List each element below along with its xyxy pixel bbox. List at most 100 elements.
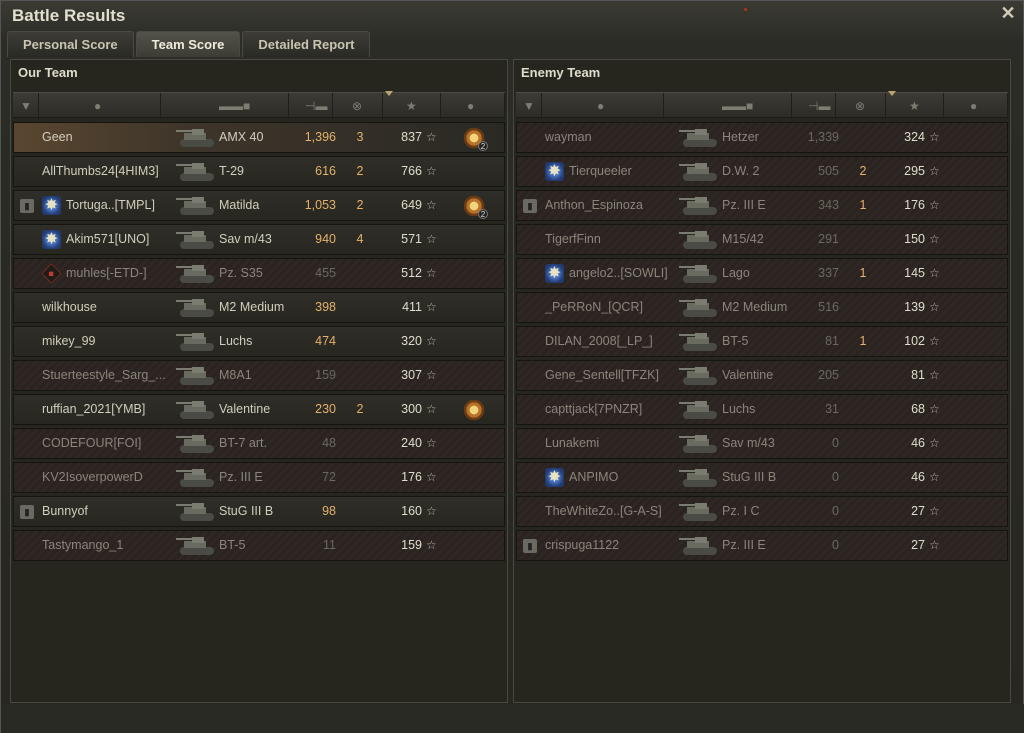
xp-value: 320 xyxy=(401,334,422,348)
player-name[interactable]: DILAN_2008[_LP_] xyxy=(545,327,677,356)
table-row[interactable]: Lunakemi Sav m/43 0 46 ☆ xyxy=(516,428,1008,459)
player-name[interactable]: muhles[-ETD-] xyxy=(66,259,174,288)
kills-value: 3 xyxy=(356,130,364,144)
table-row[interactable]: ✸ angelo2..[SOWLI] Lago 337 1 145 ☆ xyxy=(516,258,1008,289)
enemy-team-title: Enemy Team xyxy=(521,65,601,80)
player-name[interactable]: Stuerteestyle_Sarg_... xyxy=(42,361,174,390)
tank-column-header[interactable]: ▬▬■ xyxy=(664,93,792,119)
enemy-team-column-header: ▼ ● ▬▬■ ⊣▬ ⊗ ★ ● xyxy=(516,91,1008,119)
player-name[interactable]: KV2IsoverpowerD xyxy=(42,463,174,492)
player-name[interactable]: Tortuga..[TMPL] xyxy=(66,191,174,220)
player-name[interactable]: TigerfFinn xyxy=(545,225,677,254)
xp-star-icon: ☆ xyxy=(426,368,437,382)
tank-name: Luchs xyxy=(219,334,253,348)
tab-detailed-report[interactable]: Detailed Report xyxy=(242,31,371,57)
player-name[interactable]: ruffian_2021[YMB] xyxy=(42,395,174,424)
damage-value: 0 xyxy=(832,504,839,518)
medal-column-icon: ● xyxy=(970,99,978,113)
table-row[interactable]: Gene_Sentell[TFZK] Valentine 205 81 ☆ xyxy=(516,360,1008,391)
player-name[interactable]: wayman xyxy=(545,123,677,152)
player-name[interactable]: Anthon_Espinoza xyxy=(545,191,677,220)
medal-count: 2 xyxy=(478,141,488,151)
table-row[interactable]: capttjack[7PNZR] Luchs 31 68 ☆ xyxy=(516,394,1008,425)
table-row[interactable]: AllThumbs24[4HIM3] T-29 616 2 766 ☆ xyxy=(13,156,505,187)
xp-value: 512 xyxy=(401,266,422,280)
player-name[interactable]: Tastymango_1 xyxy=(42,531,174,560)
squad-column-header[interactable]: ▼ xyxy=(13,93,39,119)
damage-value: 230 xyxy=(315,402,336,416)
close-icon[interactable]: ✕ xyxy=(999,4,1017,22)
table-row[interactable]: ✸ ANPIMO StuG III B 0 46 ☆ xyxy=(516,462,1008,493)
player-name[interactable]: AllThumbs24[4HIM3] xyxy=(42,157,174,186)
medal-column-header[interactable]: ● xyxy=(441,93,505,119)
table-row[interactable]: Geen AMX 40 1,396 3 837 ☆ 2 xyxy=(13,122,505,153)
tank-column-header[interactable]: ▬▬■ xyxy=(161,93,289,119)
tab-team-score[interactable]: Team Score xyxy=(135,31,241,57)
tank-icon xyxy=(176,226,218,253)
tank-name: BT-5 xyxy=(722,334,749,348)
table-row[interactable]: ◆ muhles[-ETD-] Pz. S35 455 512 ☆ xyxy=(13,258,505,289)
player-name[interactable]: mikey_99 xyxy=(42,327,174,356)
table-row[interactable]: KV2IsoverpowerD Pz. III E 72 176 ☆ xyxy=(13,462,505,493)
player-name[interactable]: _PeRRoN_[QCR] xyxy=(545,293,677,322)
kills-value xyxy=(853,293,873,322)
player-name[interactable]: Gene_Sentell[TFZK] xyxy=(545,361,677,390)
medal-icon[interactable]: 2 xyxy=(462,126,488,151)
player-name[interactable]: angelo2..[SOWLI] xyxy=(569,259,677,288)
kills-column-header[interactable]: ⊗ xyxy=(333,93,383,119)
clan-emblem-icon: ✸ xyxy=(545,162,564,181)
xp-star-icon: ☆ xyxy=(426,198,437,212)
xp-value: 102 xyxy=(904,334,925,348)
kills-value xyxy=(350,531,370,560)
damage-column-header[interactable]: ⊣▬ xyxy=(289,93,333,119)
player-column-header[interactable]: ● xyxy=(39,93,161,119)
table-row[interactable]: Tastymango_1 BT-5 11 159 ☆ xyxy=(13,530,505,561)
xp-star-icon: ☆ xyxy=(929,334,940,348)
table-row[interactable]: Stuerteestyle_Sarg_... M8A1 159 307 ☆ xyxy=(13,360,505,391)
tank-icon xyxy=(176,498,218,525)
player-name[interactable]: capttjack[7PNZR] xyxy=(545,395,677,424)
kills-value: 1 xyxy=(859,266,867,280)
player-name[interactable]: CODEFOUR[FOI] xyxy=(42,429,174,458)
medal-icon[interactable]: 2 xyxy=(462,194,488,219)
tab-personal-score[interactable]: Personal Score xyxy=(7,31,134,57)
table-row[interactable]: ruffian_2021[YMB] Valentine 230 2 300 ☆ xyxy=(13,394,505,425)
tank-icon xyxy=(176,464,218,491)
table-row[interactable]: TigerfFinn M15/42 291 150 ☆ xyxy=(516,224,1008,255)
table-row[interactable]: _PeRRoN_[QCR] M2 Medium 516 139 ☆ xyxy=(516,292,1008,323)
player-name[interactable]: crispuga1122 xyxy=(545,531,677,560)
table-row[interactable]: TheWhiteZo..[G-A-S] Pz. I C 0 27 ☆ xyxy=(516,496,1008,527)
table-row[interactable]: ▮ crispuga1122 Pz. III E 0 27 ☆ xyxy=(516,530,1008,561)
table-row[interactable]: ✸ Akim571[UNO] Sav m/43 940 4 571 ☆ xyxy=(13,224,505,255)
xp-star-icon: ☆ xyxy=(426,130,437,144)
player-name[interactable]: Lunakemi xyxy=(545,429,677,458)
xp-column-header[interactable]: ★ xyxy=(383,91,441,119)
player-name[interactable]: Geen xyxy=(42,123,174,152)
damage-column-header[interactable]: ⊣▬ xyxy=(792,93,836,119)
medal-icon[interactable] xyxy=(462,398,486,422)
player-column-header[interactable]: ● xyxy=(542,93,664,119)
table-row[interactable]: ▮ ✸ Tortuga..[TMPL] Matilda 1,053 2 649 ☆ 2 xyxy=(13,190,505,221)
table-row[interactable]: DILAN_2008[_LP_] BT-5 81 1 102 ☆ xyxy=(516,326,1008,357)
table-row[interactable]: wayman Hetzer 1,339 324 ☆ xyxy=(516,122,1008,153)
xp-column-header[interactable]: ★ xyxy=(886,91,944,119)
kills-column-header[interactable]: ⊗ xyxy=(836,93,886,119)
squad-column-header[interactable]: ▼ xyxy=(516,93,542,119)
table-row[interactable]: ▮ Bunnyof StuG III B 98 160 ☆ xyxy=(13,496,505,527)
player-name[interactable]: TheWhiteZo..[G-A-S] xyxy=(545,497,677,526)
tank-icon xyxy=(679,532,721,559)
table-row[interactable]: ✸ Tierqueeler D.W. 2 505 2 295 ☆ xyxy=(516,156,1008,187)
tank-name: Matilda xyxy=(219,198,260,212)
player-name[interactable]: Tierqueeler xyxy=(569,157,677,186)
player-name[interactable]: wilkhouse xyxy=(42,293,174,322)
platoon-icon: ▮ xyxy=(20,505,34,519)
xp-star-icon: ☆ xyxy=(426,300,437,314)
table-row[interactable]: wilkhouse M2 Medium 398 411 ☆ xyxy=(13,292,505,323)
medal-column-header[interactable]: ● xyxy=(944,93,1008,119)
player-name[interactable]: ANPIMO xyxy=(569,463,677,492)
table-row[interactable]: CODEFOUR[FOI] BT-7 art. 48 240 ☆ xyxy=(13,428,505,459)
table-row[interactable]: ▮ Anthon_Espinoza Pz. III E 343 1 176 ☆ xyxy=(516,190,1008,221)
table-row[interactable]: mikey_99 Luchs 474 320 ☆ xyxy=(13,326,505,357)
player-name[interactable]: Akim571[UNO] xyxy=(66,225,174,254)
player-name[interactable]: Bunnyof xyxy=(42,497,174,526)
